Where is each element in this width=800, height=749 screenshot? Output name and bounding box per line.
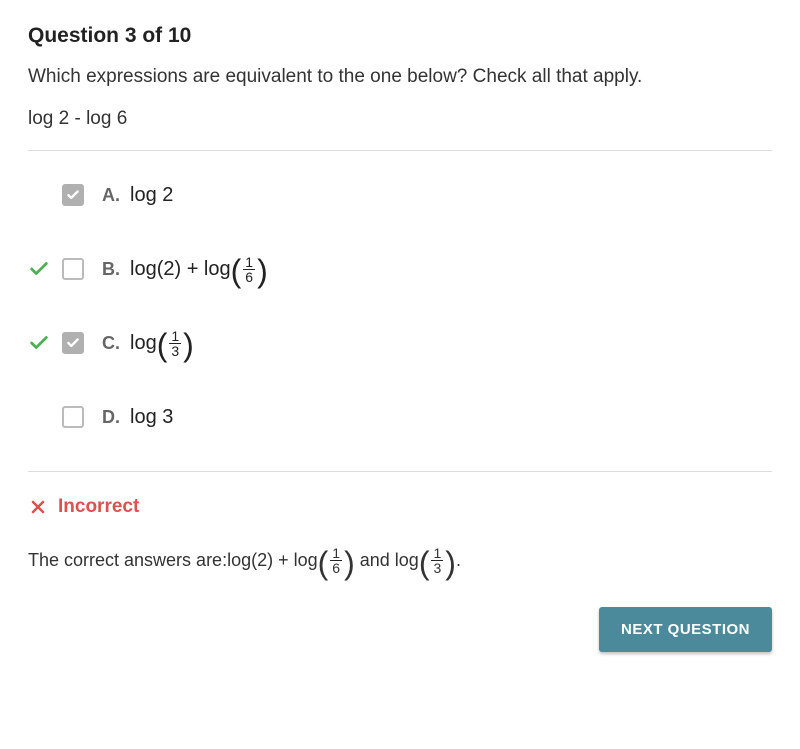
fraction-b: 1 6 — [243, 255, 255, 284]
divider — [28, 150, 772, 151]
answer-letter-c: C. — [102, 333, 120, 354]
frac-den-b: 6 — [243, 269, 255, 284]
answer-text-b: log(2) + log — [130, 258, 231, 281]
answer-content-b: log(2) + log ( 1 6 ) — [130, 255, 268, 284]
divider — [28, 471, 772, 472]
answer-row-c: C. log ( 1 3 ) — [64, 323, 772, 363]
result-status: Incorrect — [28, 496, 772, 518]
frac-den-ans2: 3 — [431, 560, 443, 575]
answer-letter-a: A. — [102, 185, 120, 206]
fraction-c: 1 3 — [169, 329, 181, 358]
answer-list: A. log 2 B. log(2) + log ( 1 6 ) C. — [28, 175, 772, 437]
answer-content-a: log 2 — [130, 184, 173, 207]
frac-num-c: 1 — [169, 329, 181, 343]
answer-letter-d: D. — [102, 407, 120, 428]
correct-mark-c — [28, 332, 62, 354]
correct-ans1-text: log(2) + log — [227, 550, 318, 571]
answer-row-b: B. log(2) + log ( 1 6 ) — [64, 249, 772, 289]
frac-den-ans1: 6 — [330, 560, 342, 575]
next-question-button[interactable]: NEXT QUESTION — [599, 607, 772, 652]
frac-num-ans2: 1 — [431, 546, 443, 560]
answer-content-c: log ( 1 3 ) — [130, 329, 194, 358]
question-header: Question 3 of 10 — [28, 24, 772, 48]
answer-content-d: log 3 — [130, 406, 173, 429]
answer-row-d: D. log 3 — [64, 397, 772, 437]
frac-den-c: 3 — [169, 343, 181, 358]
correct-ans-1: log(2) + log ( 1 6 ) — [227, 546, 355, 575]
fraction-ans2: 1 3 — [431, 546, 443, 575]
result-section: Incorrect The correct answers are: log(2… — [28, 496, 772, 575]
frac-num-b: 1 — [243, 255, 255, 269]
answer-row-a: A. log 2 — [64, 175, 772, 215]
x-icon — [28, 497, 48, 517]
answer-letter-b: B. — [102, 259, 120, 280]
correct-ans-2: log ( 1 3 ) — [395, 546, 456, 575]
question-expression: log 2 - log 6 — [28, 108, 772, 130]
checkbox-d[interactable] — [62, 406, 84, 428]
correct-mark-b — [28, 258, 62, 280]
result-status-text: Incorrect — [58, 496, 139, 518]
correct-ans2-text: log — [395, 550, 419, 571]
correct-answers: The correct answers are: log(2) + log ( … — [28, 546, 772, 575]
check-icon — [28, 332, 50, 354]
checkbox-b[interactable] — [62, 258, 84, 280]
check-icon — [28, 258, 50, 280]
checkbox-a[interactable] — [62, 184, 84, 206]
answer-text-c: log — [130, 332, 157, 355]
correct-prefix: The correct answers are: — [28, 550, 227, 571]
correct-suffix: . — [456, 550, 461, 571]
button-row: NEXT QUESTION — [28, 607, 772, 652]
correct-and: and — [355, 550, 395, 571]
question-text: Which expressions are equivalent to the … — [28, 66, 772, 88]
checkbox-c[interactable] — [62, 332, 84, 354]
frac-num-ans1: 1 — [330, 546, 342, 560]
fraction-ans1: 1 6 — [330, 546, 342, 575]
